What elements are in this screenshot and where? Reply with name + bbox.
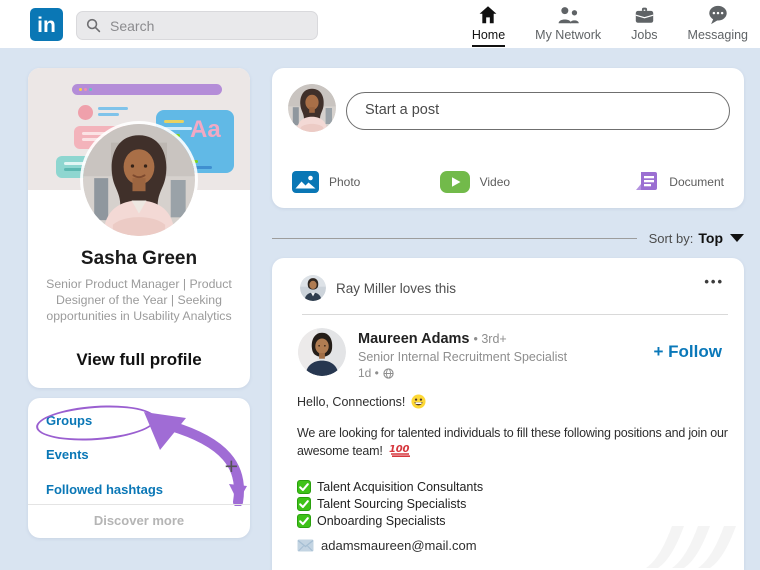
sort-by-label: Sort by: (649, 231, 694, 246)
start-post-input[interactable]: Start a post (346, 92, 730, 130)
sidebar-item-events[interactable]: Events (46, 447, 89, 462)
check-mark-icon (297, 514, 311, 528)
check-mark-icon (297, 480, 311, 494)
linkedin-logo[interactable]: in (30, 8, 63, 41)
banner-pink-circle (78, 105, 93, 120)
document-label: Document (669, 175, 724, 189)
view-full-profile-button[interactable]: View full profile (28, 350, 250, 370)
profile-headline: Senior Product Manager | Product Designe… (42, 276, 236, 324)
greeting-text: Hello, Connections! (297, 395, 405, 409)
banner-browser-bar (72, 84, 222, 95)
search-box[interactable] (76, 11, 318, 40)
divider (272, 238, 637, 239)
composer-card: Start a post Photo Video Document (272, 68, 744, 208)
hundred-emoji-icon: 100 (389, 443, 413, 457)
post-greeting: Hello, Connections! (297, 394, 426, 409)
connection-degree: • 3rd+ (474, 332, 507, 346)
discover-more-button[interactable]: Discover more (28, 513, 250, 528)
document-icon (635, 170, 659, 194)
envelope-icon (297, 539, 314, 552)
nav-item-label: Messaging (688, 28, 748, 45)
position-label: Talent Acquisition Consultants (317, 480, 483, 494)
list-item: Onboarding Specialists (297, 512, 483, 529)
add-button[interactable]: + (225, 456, 238, 476)
position-label: Onboarding Specialists (317, 514, 446, 528)
body-text: We are looking for talented individuals … (297, 426, 728, 458)
video-icon (440, 171, 470, 193)
follow-button[interactable]: + Follow (654, 342, 722, 362)
divider (302, 314, 728, 315)
profile-name: Sasha Green (28, 248, 250, 270)
photo-label: Photo (329, 175, 360, 189)
linkedin-app: in Home My Network (0, 0, 760, 570)
banner-line (164, 120, 184, 123)
banner-line (98, 107, 128, 110)
nav-item-label: My Network (535, 28, 601, 45)
video-button[interactable]: Video (440, 170, 510, 194)
author-avatar[interactable] (298, 328, 346, 376)
email-row: adamsmaureen@mail.com (297, 538, 477, 553)
sort-value[interactable]: Top (698, 230, 723, 246)
author-headline: Senior Internal Recruitment Specialist (358, 350, 567, 364)
divider (28, 504, 250, 505)
top-nav: in Home My Network (0, 0, 760, 48)
reactor-avatar[interactable] (300, 275, 326, 301)
home-icon (477, 3, 499, 27)
video-label: Video (480, 175, 510, 189)
profile-card: Aa (28, 68, 250, 388)
nav-items: Home My Network Jobs Messaging (472, 3, 748, 47)
banner-dot (89, 88, 92, 91)
profile-photo[interactable] (83, 124, 195, 236)
linkedin-logo-text: in (37, 11, 56, 41)
globe-icon (383, 368, 394, 379)
nav-item-label: Jobs (631, 28, 657, 45)
banner-aa-text: Aa (190, 116, 221, 144)
composer-actions: Photo Video Document (292, 170, 724, 194)
nav-item-home[interactable]: Home (472, 3, 505, 47)
post-body: We are looking for talented individuals … (297, 424, 739, 460)
chevron-down-icon[interactable] (730, 234, 744, 242)
search-input[interactable] (108, 17, 308, 35)
photo-icon (292, 171, 319, 193)
list-item: Talent Acquisition Consultants (297, 478, 483, 495)
photo-button[interactable]: Photo (292, 170, 360, 194)
list-item: Talent Sourcing Specialists (297, 495, 483, 512)
social-context: Ray Miller loves this (336, 281, 456, 296)
banner-dot (79, 88, 82, 91)
search-icon (86, 18, 101, 33)
watermark-stripes (636, 518, 736, 570)
email-text: adamsmaureen@mail.com (321, 538, 477, 553)
post-menu-button[interactable]: ••• (704, 274, 724, 289)
document-button[interactable]: Document (635, 170, 724, 194)
people-icon (556, 3, 581, 27)
chat-bubble-icon (706, 3, 730, 27)
check-mark-icon (297, 497, 311, 511)
position-label: Talent Sourcing Specialists (317, 497, 466, 511)
post-timestamp: 1d • (358, 366, 394, 380)
author-name[interactable]: Maureen Adams (358, 331, 469, 347)
shortcuts-card: Groups Events Followed hashtags + Discov… (28, 398, 250, 538)
banner-dot (84, 88, 87, 91)
banner-line (98, 113, 119, 116)
author-name-line: Maureen Adams • 3rd+ (358, 331, 507, 347)
nav-item-jobs[interactable]: Jobs (631, 3, 657, 47)
sort-row: Sort by: Top (272, 228, 744, 248)
post-card: Ray Miller loves this ••• Maureen Adams (272, 258, 744, 570)
nav-item-label: Home (472, 28, 505, 47)
nav-item-messaging[interactable]: Messaging (688, 3, 748, 47)
positions-list: Talent Acquisition Consultants Talent So… (297, 478, 483, 529)
grinning-emoji-icon (411, 394, 426, 409)
briefcase-icon (633, 3, 656, 27)
composer-avatar[interactable] (288, 84, 336, 132)
banner-line (164, 127, 192, 130)
nav-item-my-network[interactable]: My Network (535, 3, 601, 47)
time-text: 1d • (358, 366, 379, 380)
